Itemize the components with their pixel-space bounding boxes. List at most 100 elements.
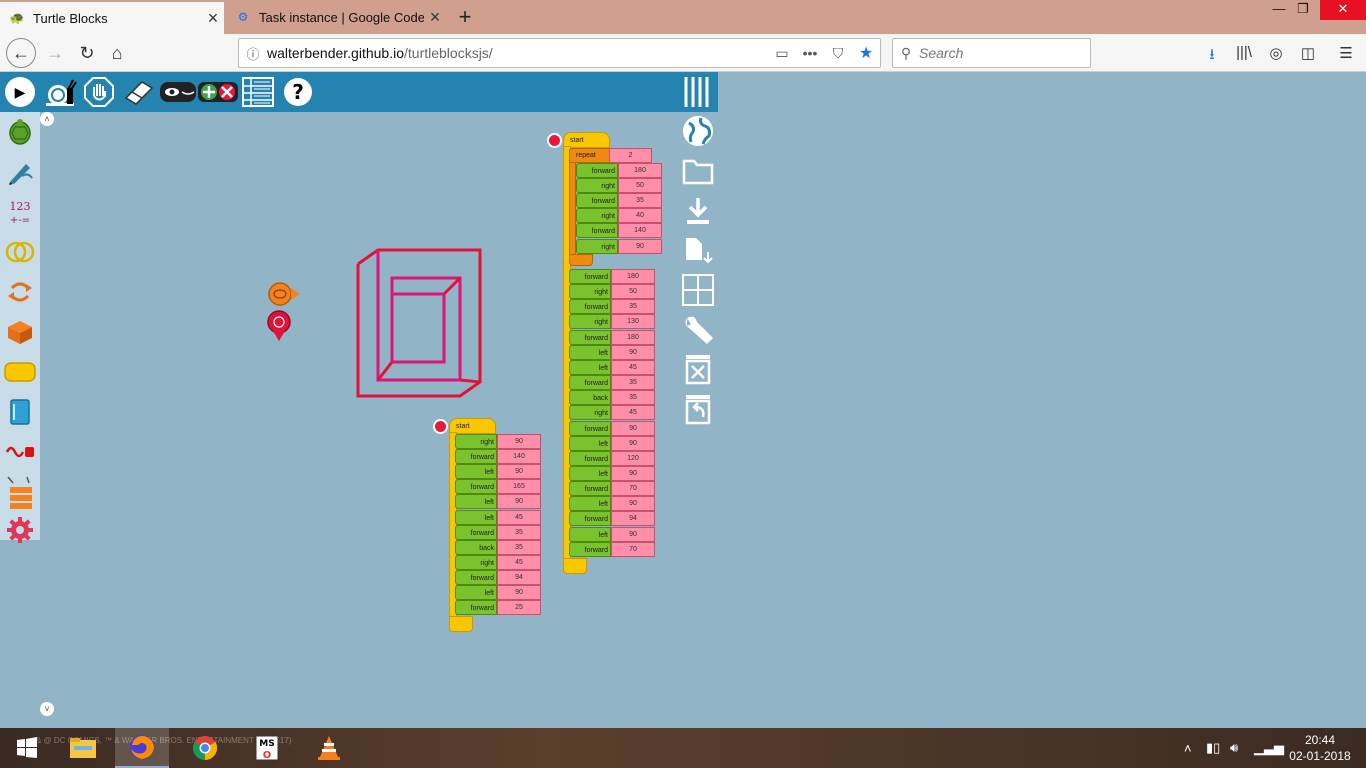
command-block-forward[interactable]: forward	[455, 479, 497, 495]
command-block-forward[interactable]: forward	[576, 163, 618, 178]
command-block-right[interactable]: right	[569, 314, 611, 330]
command-block-forward[interactable]: forward	[455, 524, 497, 540]
command-block-forward[interactable]: forward	[569, 329, 611, 345]
number-input[interactable]: 140	[618, 223, 662, 239]
number-input[interactable]: 130	[611, 314, 655, 330]
number-input[interactable]: 35	[611, 299, 655, 315]
command-block-right[interactable]: right	[576, 238, 618, 254]
number-input[interactable]: 45	[497, 509, 541, 525]
settings-wrench-icon[interactable]	[680, 311, 716, 347]
command-block-forward[interactable]: forward	[455, 600, 497, 616]
command-block-right[interactable]: right	[569, 405, 611, 421]
command-block-forward[interactable]: forward	[569, 450, 611, 466]
command-block-forward[interactable]: forward	[576, 223, 618, 239]
ms-office-taskbar-icon[interactable]: MS O	[240, 728, 294, 768]
volume-icon[interactable]: 🔊︎	[1230, 728, 1238, 768]
vlc-taskbar-icon[interactable]	[302, 728, 356, 768]
number-input[interactable]: 35	[618, 193, 662, 209]
command-block-forward[interactable]: forward	[569, 420, 611, 436]
chrome-taskbar-icon[interactable]	[178, 728, 232, 768]
number-input[interactable]: 90	[611, 420, 655, 436]
delete-stack-icon[interactable]	[547, 133, 562, 148]
number-input[interactable]: 180	[611, 269, 655, 284]
command-block-forward[interactable]: forward	[569, 299, 611, 315]
cartesian-grid-icon[interactable]	[680, 272, 716, 308]
show-hidden-icons[interactable]: ˄	[1184, 728, 1192, 768]
planet-globe-icon[interactable]	[680, 113, 716, 149]
command-block-left[interactable]: left	[569, 465, 611, 481]
number-input[interactable]: 45	[611, 405, 655, 421]
command-block-right[interactable]: right	[576, 178, 618, 194]
command-block-left[interactable]: left	[455, 509, 497, 525]
number-input[interactable]: 180	[618, 163, 662, 178]
number-input[interactable]: 40	[618, 208, 662, 224]
command-block-forward[interactable]: forward	[569, 541, 611, 557]
number-input[interactable]: 35	[497, 524, 541, 540]
delete-all-trash-icon[interactable]	[680, 351, 716, 387]
command-block-forward[interactable]: forward	[455, 449, 497, 465]
command-block-forward[interactable]: forward	[569, 375, 611, 391]
command-block-left[interactable]: left	[569, 344, 611, 360]
number-input[interactable]: 165	[497, 479, 541, 495]
number-input[interactable]: 120	[611, 450, 655, 466]
number-input[interactable]: 45	[611, 359, 655, 375]
file-explorer-icon[interactable]	[56, 728, 110, 768]
number-input[interactable]: 90	[497, 585, 541, 600]
open-folder-icon[interactable]	[680, 153, 716, 189]
command-block-forward[interactable]: forward	[569, 269, 611, 284]
command-block-right[interactable]: right	[569, 284, 611, 300]
number-input[interactable]: 25	[497, 600, 541, 616]
number-input[interactable]: 90	[497, 434, 541, 449]
command-block-left[interactable]: left	[569, 435, 611, 451]
number-input[interactable]: 90	[611, 465, 655, 481]
number-input[interactable]: 90	[497, 494, 541, 510]
number-input[interactable]: 90	[497, 464, 541, 480]
number-input[interactable]: 90	[611, 526, 655, 542]
load-plugin-icon[interactable]	[680, 232, 716, 268]
number-input[interactable]: 50	[618, 178, 662, 194]
turtle-red-icon[interactable]	[267, 310, 291, 341]
battery-icon[interactable]: ▮▯	[1206, 728, 1220, 768]
command-block-back[interactable]: back	[455, 539, 497, 555]
command-block-left[interactable]: left	[569, 359, 611, 375]
command-block-left[interactable]: left	[455, 464, 497, 480]
number-input[interactable]: 90	[611, 344, 655, 360]
number-input[interactable]: 90	[611, 435, 655, 451]
number-input[interactable]: 70	[611, 481, 655, 497]
restore-trash-icon[interactable]	[680, 391, 716, 427]
number-input[interactable]: 140	[497, 449, 541, 465]
number-input[interactable]: 180	[611, 329, 655, 345]
command-block-right[interactable]: right	[455, 554, 497, 570]
repeat-block[interactable]: repeat	[569, 148, 611, 163]
number-input[interactable]: 94	[611, 511, 655, 527]
command-block-forward[interactable]: forward	[569, 511, 611, 527]
number-input[interactable]: 94	[497, 569, 541, 585]
command-block-forward[interactable]: forward	[576, 193, 618, 209]
command-block-back[interactable]: back	[569, 390, 611, 406]
taskbar-clock[interactable]: 20:44 02-01-2018	[1280, 732, 1360, 764]
save-download-icon[interactable]	[680, 193, 716, 229]
command-block-left[interactable]: left	[569, 526, 611, 542]
windows-start-icon[interactable]	[0, 728, 54, 768]
turtle-orange-icon[interactable]	[268, 282, 300, 306]
number-input[interactable]: 35	[611, 375, 655, 391]
command-block-forward[interactable]: forward	[455, 569, 497, 585]
number-input[interactable]: 70	[611, 541, 655, 557]
command-block-left[interactable]: left	[455, 494, 497, 510]
delete-stack-icon[interactable]	[433, 419, 448, 434]
number-input[interactable]: 45	[497, 554, 541, 570]
command-block-right[interactable]: right	[576, 208, 618, 224]
number-input[interactable]: 50	[611, 284, 655, 300]
number-input[interactable]: 35	[611, 390, 655, 406]
number-input[interactable]: 35	[497, 539, 541, 555]
command-label: left	[598, 501, 608, 509]
number-input[interactable]: 90	[611, 496, 655, 512]
command-block-left[interactable]: left	[455, 585, 497, 600]
command-block-forward[interactable]: forward	[569, 481, 611, 497]
repeat-count-input[interactable]: 2	[609, 148, 652, 163]
command-label: right	[594, 289, 608, 297]
command-block-right[interactable]: right	[455, 434, 497, 449]
command-block-left[interactable]: left	[569, 496, 611, 512]
number-input[interactable]: 90	[618, 238, 662, 254]
firefox-taskbar-icon[interactable]	[115, 728, 169, 768]
